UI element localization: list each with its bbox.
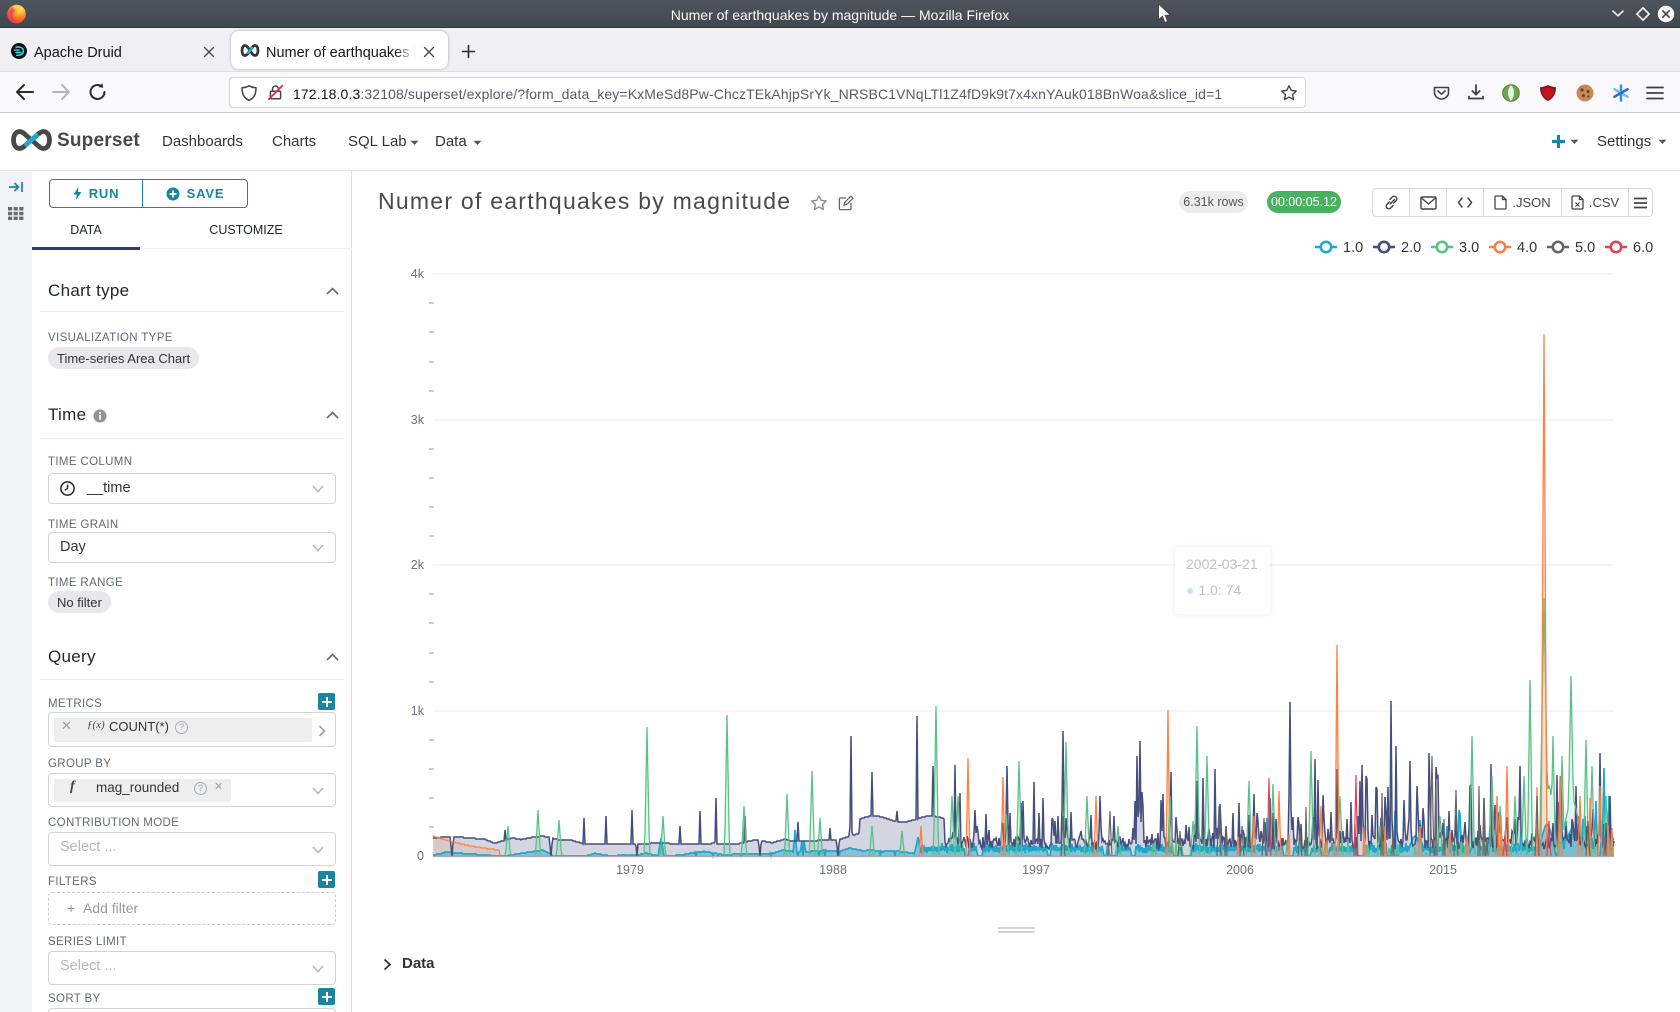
svg-text:0: 0	[417, 849, 424, 863]
svg-text:1988: 1988	[819, 863, 847, 877]
svg-text:3k: 3k	[411, 413, 425, 427]
svg-text:4.0: 4.0	[1517, 240, 1537, 256]
svg-text:2006: 2006	[1226, 863, 1254, 877]
svg-text:5.0: 5.0	[1575, 240, 1595, 256]
svg-text:1.0: 1.0	[1343, 240, 1363, 256]
svg-text:2.0: 2.0	[1401, 240, 1421, 256]
svg-text:1k: 1k	[411, 704, 425, 718]
svg-text:6.0: 6.0	[1633, 240, 1653, 256]
svg-text:1979: 1979	[616, 863, 644, 877]
svg-text:2k: 2k	[411, 558, 425, 572]
svg-text:1997: 1997	[1022, 863, 1050, 877]
svg-text:4k: 4k	[411, 267, 425, 281]
svg-text:3.0: 3.0	[1459, 240, 1479, 256]
svg-text:2015: 2015	[1429, 863, 1457, 877]
